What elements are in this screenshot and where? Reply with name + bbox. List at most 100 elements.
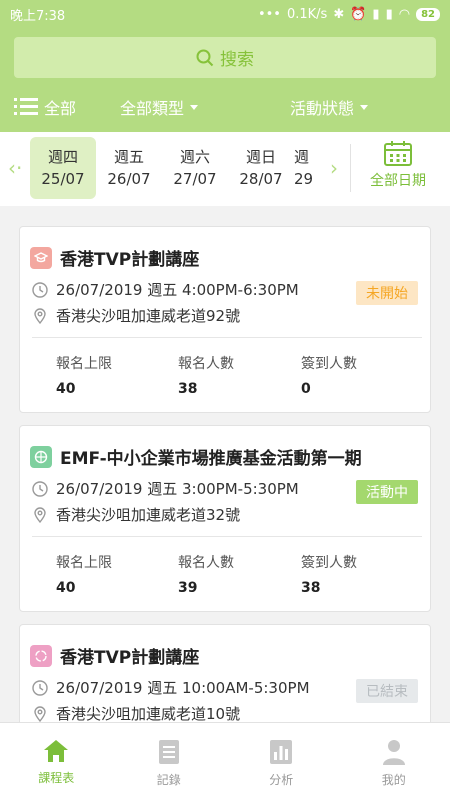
status-time: 晚上7:38 <box>10 8 66 24</box>
stat-label: 簽到人數 <box>301 555 357 571</box>
filter-type-dropdown[interactable]: 全部類型 <box>120 95 199 119</box>
location-pin-icon <box>34 307 46 324</box>
date-item-2[interactable]: 週六 27/07 <box>162 137 228 199</box>
date-weekday: 週四 <box>47 148 78 166</box>
basketball-icon <box>30 445 52 468</box>
filter-bar: 全部 全部類型 活動狀態 <box>0 90 450 124</box>
document-icon <box>158 740 179 764</box>
stat-checkin: 簽到人數 38 <box>301 552 357 596</box>
all-dates-button[interactable]: 全部日期 <box>362 140 434 190</box>
date-weekday: 週日 <box>245 148 276 166</box>
calendar-icon <box>384 141 412 166</box>
chevron-right-icon[interactable]: › <box>330 156 338 180</box>
filter-all-button[interactable]: 全部 <box>14 95 76 119</box>
clock-icon <box>32 679 48 696</box>
tab-label: 我的 <box>381 773 406 787</box>
date-item-3[interactable]: 週日 28/07 <box>228 137 294 199</box>
filter-type-label: 全部類型 <box>120 99 185 118</box>
wifi-icon: ◠ <box>398 6 411 22</box>
signal-icon: ▮ <box>385 6 393 22</box>
tab-me[interactable]: 我的 <box>338 723 450 800</box>
filter-status-label: 活動狀態 <box>290 99 355 118</box>
event-location: 香港尖沙咀加連威老道92號 <box>56 307 241 325</box>
bottom-tab-bar: 課程表 記錄 分析 我的 <box>0 722 450 800</box>
tab-analysis[interactable]: 分析 <box>225 723 338 800</box>
event-title: 香港TVP計劃講座 <box>60 250 200 270</box>
stat-label: 簽到人數 <box>301 356 357 372</box>
status-badge: 未開始 <box>356 281 418 305</box>
person-icon <box>382 740 405 765</box>
date-item-0[interactable]: 週四 25/07 <box>30 137 96 199</box>
tab-label: 課程表 <box>38 771 75 785</box>
date-item-1[interactable]: 週五 26/07 <box>96 137 162 199</box>
bluetooth-icon: ✱ <box>333 6 345 22</box>
divider <box>350 144 351 192</box>
chevron-left-icon[interactable]: ‹· <box>8 156 22 180</box>
caret-down-icon <box>190 104 199 110</box>
divider <box>32 337 422 338</box>
date-date: 26/07 <box>107 170 151 188</box>
tab-label: 分析 <box>269 773 294 787</box>
date-date: 25/07 <box>41 170 85 188</box>
stat-limit: 報名上限 40 <box>56 552 112 596</box>
stat-registered: 報名人數 39 <box>178 552 234 596</box>
event-title: 香港TVP計劃講座 <box>60 648 200 668</box>
search-input[interactable]: 搜索 <box>14 37 436 78</box>
date-selector: ‹· 週四 25/07 週五 26/07 週六 27/07 週日 28/07 週… <box>0 132 450 206</box>
stat-registered: 報名人數 38 <box>178 353 234 397</box>
stat-value: 38 <box>301 580 321 596</box>
date-date: 27/07 <box>173 170 217 188</box>
clock-icon <box>32 480 48 497</box>
event-card[interactable]: 香港TVP計劃講座 26/07/2019 週五 4:00PM-6:30PM 香港… <box>19 226 431 413</box>
recycle-icon <box>30 644 52 667</box>
event-datetime: 26/07/2019 週五 4:00PM-6:30PM <box>56 281 299 299</box>
status-badge: 已結束 <box>356 679 418 703</box>
all-dates-label: 全部日期 <box>370 173 426 189</box>
stat-value: 40 <box>56 381 76 397</box>
list-icon <box>14 98 38 115</box>
caret-down-icon <box>360 104 369 110</box>
alarm-icon: ⏰ <box>350 6 367 22</box>
date-weekday: 週六 <box>179 148 210 166</box>
event-location: 香港尖沙咀加連威老道10號 <box>56 705 241 722</box>
graduation-cap-icon <box>30 246 52 269</box>
date-weekday: 週五 <box>113 148 144 166</box>
stat-label: 報名人數 <box>178 555 234 571</box>
date-date: 29 <box>294 170 314 188</box>
notification-dots: ••• <box>257 6 281 22</box>
stat-checkin: 簽到人數 0 <box>301 353 357 397</box>
location-pin-icon <box>34 705 46 722</box>
bar-chart-icon <box>270 740 293 764</box>
stat-label: 報名上限 <box>56 555 112 571</box>
stat-value: 38 <box>178 381 198 397</box>
home-icon <box>44 740 69 762</box>
search-icon <box>196 49 214 66</box>
tab-label: 記錄 <box>156 773 181 787</box>
location-pin-icon <box>34 506 46 523</box>
tab-schedule[interactable]: 課程表 <box>0 723 113 800</box>
status-badge: 活動中 <box>356 480 418 504</box>
search-placeholder: 搜索 <box>220 50 254 70</box>
date-item-4[interactable]: 週 29 <box>294 137 320 199</box>
header: 搜索 全部 全部類型 活動狀態 <box>0 28 450 132</box>
date-list: 週四 25/07 週五 26/07 週六 27/07 週日 28/07 週 29 <box>30 137 348 199</box>
event-datetime: 26/07/2019 週五 3:00PM-5:30PM <box>56 480 299 498</box>
event-title: EMF-中小企業市場推廣基金活動第一期 <box>60 449 362 469</box>
filter-all-label: 全部 <box>44 99 77 118</box>
filter-status-dropdown[interactable]: 活動狀態 <box>290 95 369 119</box>
date-date: 28/07 <box>239 170 283 188</box>
event-list: 香港TVP計劃講座 26/07/2019 週五 4:00PM-6:30PM 香港… <box>0 206 450 722</box>
stat-value: 39 <box>178 580 198 596</box>
event-card[interactable]: 香港TVP計劃講座 26/07/2019 週五 10:00AM-5:30PM 香… <box>19 624 431 722</box>
stat-value: 40 <box>56 580 76 596</box>
stat-value: 0 <box>301 381 311 397</box>
divider <box>32 536 422 537</box>
status-bar: 晚上7:38 ••• 0.1K/s ✱ ⏰ ▮ ▮ ◠ 82 <box>0 0 450 28</box>
clock-icon <box>32 281 48 298</box>
tab-records[interactable]: 記錄 <box>113 723 226 800</box>
event-datetime: 26/07/2019 週五 10:00AM-5:30PM <box>56 679 310 697</box>
stat-limit: 報名上限 40 <box>56 353 112 397</box>
stat-label: 報名上限 <box>56 356 112 372</box>
sim-signal-icon: ▮ <box>372 6 380 22</box>
event-card[interactable]: EMF-中小企業市場推廣基金活動第一期 26/07/2019 週五 3:00PM… <box>19 425 431 612</box>
